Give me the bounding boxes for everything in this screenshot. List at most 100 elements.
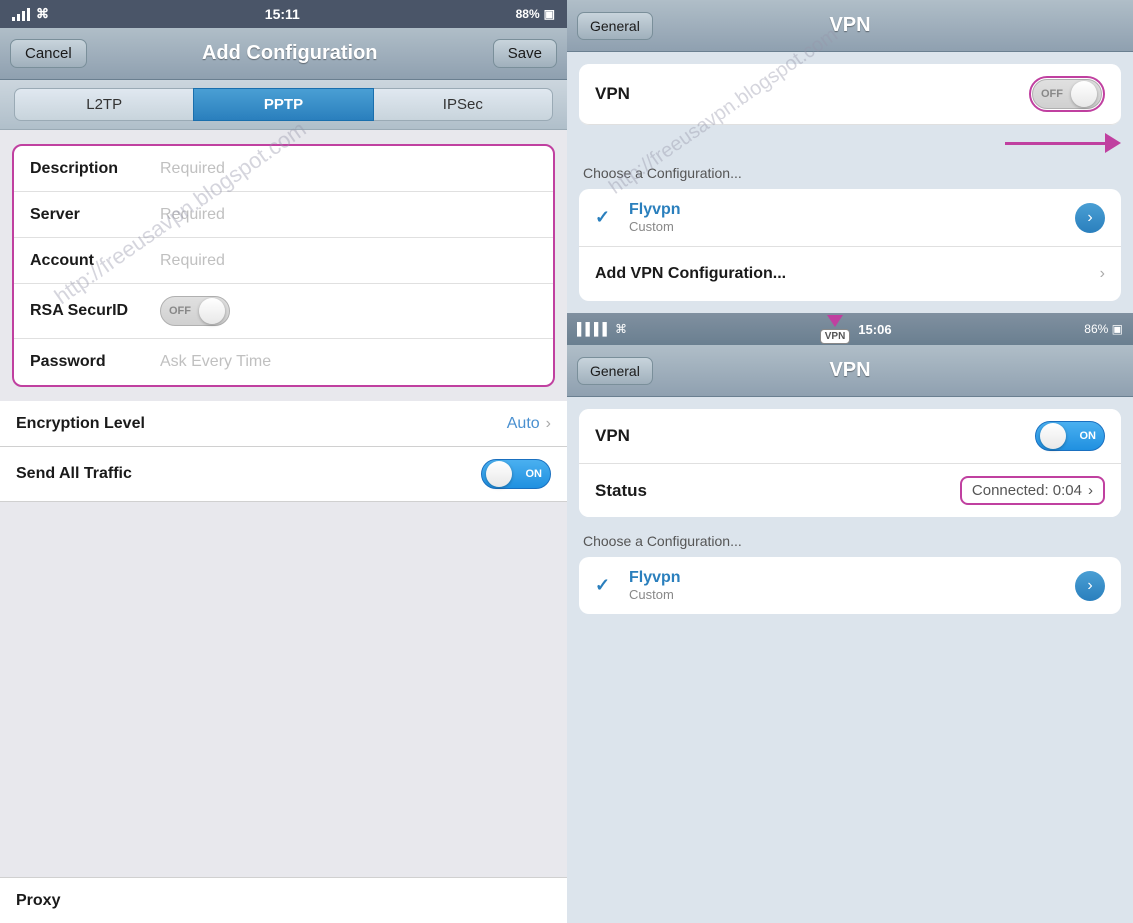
vpn-screen-top: General VPN VPN xyxy=(567,0,1133,301)
divider-battery-icon: ▣ xyxy=(1112,322,1123,336)
add-config-label: Add VPN Configuration... xyxy=(595,265,1100,283)
encryption-chevron-icon: › xyxy=(546,415,551,433)
tab-ipsec[interactable]: IPSec xyxy=(374,88,553,121)
form-row-rsa: RSA SecurID xyxy=(14,284,553,339)
vpn-title-top: VPN xyxy=(829,14,870,37)
form-row-account: Account Required xyxy=(14,238,553,284)
vpn-toggle-row-top: VPN xyxy=(579,64,1121,125)
config-name-top: Flyvpn xyxy=(629,201,1075,219)
account-value: Required xyxy=(160,252,537,270)
form-row-password: Password Ask Every Time xyxy=(14,339,553,385)
tab-pptp[interactable]: PPTP xyxy=(193,88,373,121)
toggle-knob xyxy=(199,298,225,324)
signal-icon xyxy=(12,8,30,21)
choose-config-label-bottom: Choose a Configuration... xyxy=(567,525,1133,553)
encryption-value: Auto xyxy=(507,415,540,433)
tab-bar: L2TP PPTP IPSec xyxy=(0,80,567,130)
encryption-label: Encryption Level xyxy=(16,415,507,433)
vpn-title-bottom: VPN xyxy=(829,359,870,382)
divider-signal: ▌▌▌▌ ⌘ xyxy=(577,322,627,336)
config-type-bottom: Custom xyxy=(629,587,1075,602)
config-list-bottom: ✓ Flyvpn Custom › xyxy=(579,557,1121,614)
divider-battery: 86% ▣ xyxy=(1084,322,1123,336)
battery-info: 88% ▣ xyxy=(516,7,555,21)
status-bar-left: ⌘ 15:11 88% ▣ xyxy=(0,0,567,28)
choose-config-row xyxy=(1005,133,1121,153)
send-traffic-label: Send All Traffic xyxy=(16,465,481,483)
config-detail-button-bottom[interactable]: › xyxy=(1075,571,1105,601)
toggle-knob-top xyxy=(1071,81,1097,107)
save-button[interactable]: Save xyxy=(493,39,557,68)
description-label: Description xyxy=(30,160,160,178)
toggle-on-knob xyxy=(486,461,512,487)
wifi-icon: ⌘ xyxy=(36,6,49,22)
rsa-label: RSA SecurID xyxy=(30,302,160,320)
check-icon-top: ✓ xyxy=(595,207,615,228)
config-name-bottom: Flyvpn xyxy=(629,569,1075,587)
form-section: Description Required Server Required Acc… xyxy=(12,144,555,387)
battery-icon: ▣ xyxy=(544,7,555,21)
config-item-flyvpn-top[interactable]: ✓ Flyvpn Custom › xyxy=(579,189,1121,247)
battery-percent: 88% xyxy=(516,7,540,21)
screen-divider: ▌▌▌▌ ⌘ VPN 15:06 86% ▣ xyxy=(567,313,1133,345)
right-panel: General VPN VPN xyxy=(567,0,1133,923)
cancel-button[interactable]: Cancel xyxy=(10,39,87,68)
rsa-toggle[interactable] xyxy=(160,296,230,326)
vpn-screen-bottom: General VPN VPN Status Connected: 0:04 ›… xyxy=(567,345,1133,923)
config-info-top: Flyvpn Custom xyxy=(629,201,1075,234)
config-info-bottom: Flyvpn Custom xyxy=(629,569,1075,602)
vpn-toggle-row-bottom: VPN xyxy=(579,409,1121,464)
form-row-description: Description Required xyxy=(14,146,553,192)
arrow-row xyxy=(567,133,1133,153)
vpn-back-button-bottom[interactable]: General xyxy=(577,357,653,385)
proxy-label: Proxy xyxy=(16,892,551,910)
config-list-top: ✓ Flyvpn Custom › Add VPN Configuration.… xyxy=(579,189,1121,301)
send-traffic-toggle[interactable] xyxy=(481,459,551,489)
annotation-arrow-container xyxy=(567,133,1133,153)
password-label: Password xyxy=(30,353,160,371)
add-config-item[interactable]: Add VPN Configuration... › xyxy=(579,247,1121,301)
divider-center: VPN 15:06 xyxy=(820,315,892,344)
proxy-row[interactable]: Proxy xyxy=(0,877,567,923)
send-traffic-row: Send All Traffic xyxy=(0,447,567,502)
vpn-status-badge: VPN xyxy=(820,329,851,344)
check-icon-bottom: ✓ xyxy=(595,575,615,596)
status-time: 15:11 xyxy=(265,6,300,22)
status-bar-signal: ⌘ xyxy=(12,6,49,22)
status-label: Status xyxy=(595,481,960,501)
account-label: Account xyxy=(30,252,160,270)
config-detail-button-top[interactable]: › xyxy=(1075,203,1105,233)
vpn-toggle-highlight xyxy=(1029,76,1105,112)
description-value: Required xyxy=(160,160,537,178)
vpn-badge-annotation: VPN xyxy=(820,315,851,344)
vpn-header-top: General VPN xyxy=(567,0,1133,52)
password-value: Ask Every Time xyxy=(160,353,537,371)
divider-time: 15:06 xyxy=(858,322,891,337)
server-label: Server xyxy=(30,206,160,224)
nav-bar-left: Cancel Add Configuration Save xyxy=(0,28,567,80)
vpn-back-button-top[interactable]: General xyxy=(577,12,653,40)
left-panel: ⌘ 15:11 88% ▣ Cancel Add Configuration S… xyxy=(0,0,567,923)
form-row-server: Server Required xyxy=(14,192,553,238)
vpn-header-bottom: General VPN xyxy=(567,345,1133,397)
choose-config-label-top: Choose a Configuration... xyxy=(567,157,1133,185)
status-connected-text: Connected: 0:04 xyxy=(972,482,1082,499)
add-config-chevron-icon: › xyxy=(1100,265,1105,283)
page-title: Add Configuration xyxy=(202,42,378,65)
vpn-toggle-off-top[interactable] xyxy=(1032,79,1102,109)
status-chevron-icon: › xyxy=(1088,482,1093,499)
vpn-label-top: VPN xyxy=(595,84,1029,104)
status-row: Status Connected: 0:04 › xyxy=(579,464,1121,517)
status-connected-badge[interactable]: Connected: 0:04 › xyxy=(960,476,1105,505)
divider-signal-icon: ▌▌▌▌ xyxy=(577,322,611,336)
arrow-annotation xyxy=(1005,133,1121,153)
tab-l2tp[interactable]: L2TP xyxy=(14,88,193,121)
server-value: Required xyxy=(160,206,537,224)
config-item-flyvpn-bottom[interactable]: ✓ Flyvpn Custom › xyxy=(579,557,1121,614)
encryption-row[interactable]: Encryption Level Auto › xyxy=(0,401,567,447)
divider-wifi-icon: ⌘ xyxy=(615,322,627,336)
vpn-label-bottom: VPN xyxy=(595,426,1035,446)
divider-battery-percent: 86% xyxy=(1084,322,1108,336)
config-type-top: Custom xyxy=(629,219,1075,234)
vpn-toggle-on-bottom[interactable] xyxy=(1035,421,1105,451)
